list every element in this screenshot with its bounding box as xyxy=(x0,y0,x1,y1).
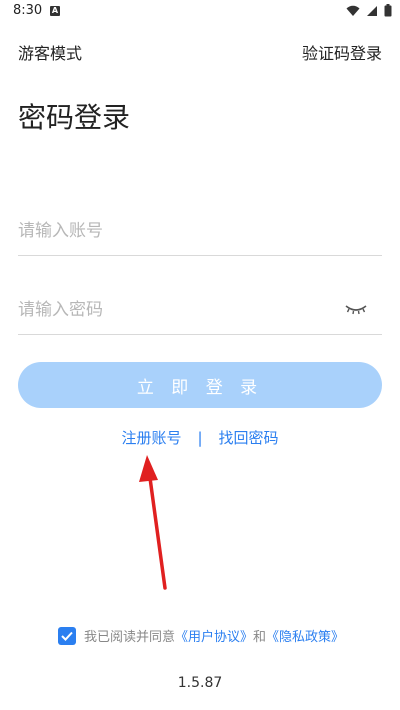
password-input[interactable] xyxy=(18,290,338,330)
check-icon xyxy=(61,631,73,641)
agreement-checkbox[interactable] xyxy=(58,626,76,645)
links-row: 注册账号 | 找回密码 xyxy=(0,427,400,448)
cellular-icon xyxy=(367,5,377,16)
user-agreement-link[interactable]: 《用户协议》 xyxy=(175,626,253,645)
agreement-prefix: 我已阅读并同意 xyxy=(84,630,176,645)
account-field xyxy=(18,211,382,256)
wifi-icon xyxy=(346,5,360,16)
verification-code-login-link[interactable]: 验证码登录 xyxy=(302,40,382,64)
a-icon: A xyxy=(50,6,60,16)
account-input[interactable] xyxy=(18,211,338,251)
top-nav: 游客模式 验证码登录 xyxy=(0,38,400,64)
app-version: 1.5.87 xyxy=(177,675,223,691)
privacy-policy-link[interactable]: 《隐私政策》 xyxy=(266,626,344,645)
login-button[interactable]: 立 即 登 录 xyxy=(18,362,382,408)
guest-mode-link[interactable]: 游客模式 xyxy=(18,40,82,64)
forgot-password-link[interactable]: 找回密码 xyxy=(219,429,279,447)
password-field xyxy=(18,290,382,335)
agreement-row: 我已阅读并同意 《用户协议》 和 《隐私政策》 xyxy=(58,626,344,645)
page-title: 密码登录 xyxy=(18,101,131,134)
register-account-link[interactable]: 注册账号 xyxy=(121,429,181,447)
status-icons xyxy=(346,4,392,17)
battery-icon xyxy=(384,4,392,17)
agreement-and: 和 xyxy=(253,630,267,645)
status-time: 8:30 xyxy=(13,3,43,18)
link-separator: | xyxy=(197,429,203,447)
eye-closed-icon[interactable] xyxy=(344,300,368,318)
status-bar: 8:30 A xyxy=(0,0,400,24)
